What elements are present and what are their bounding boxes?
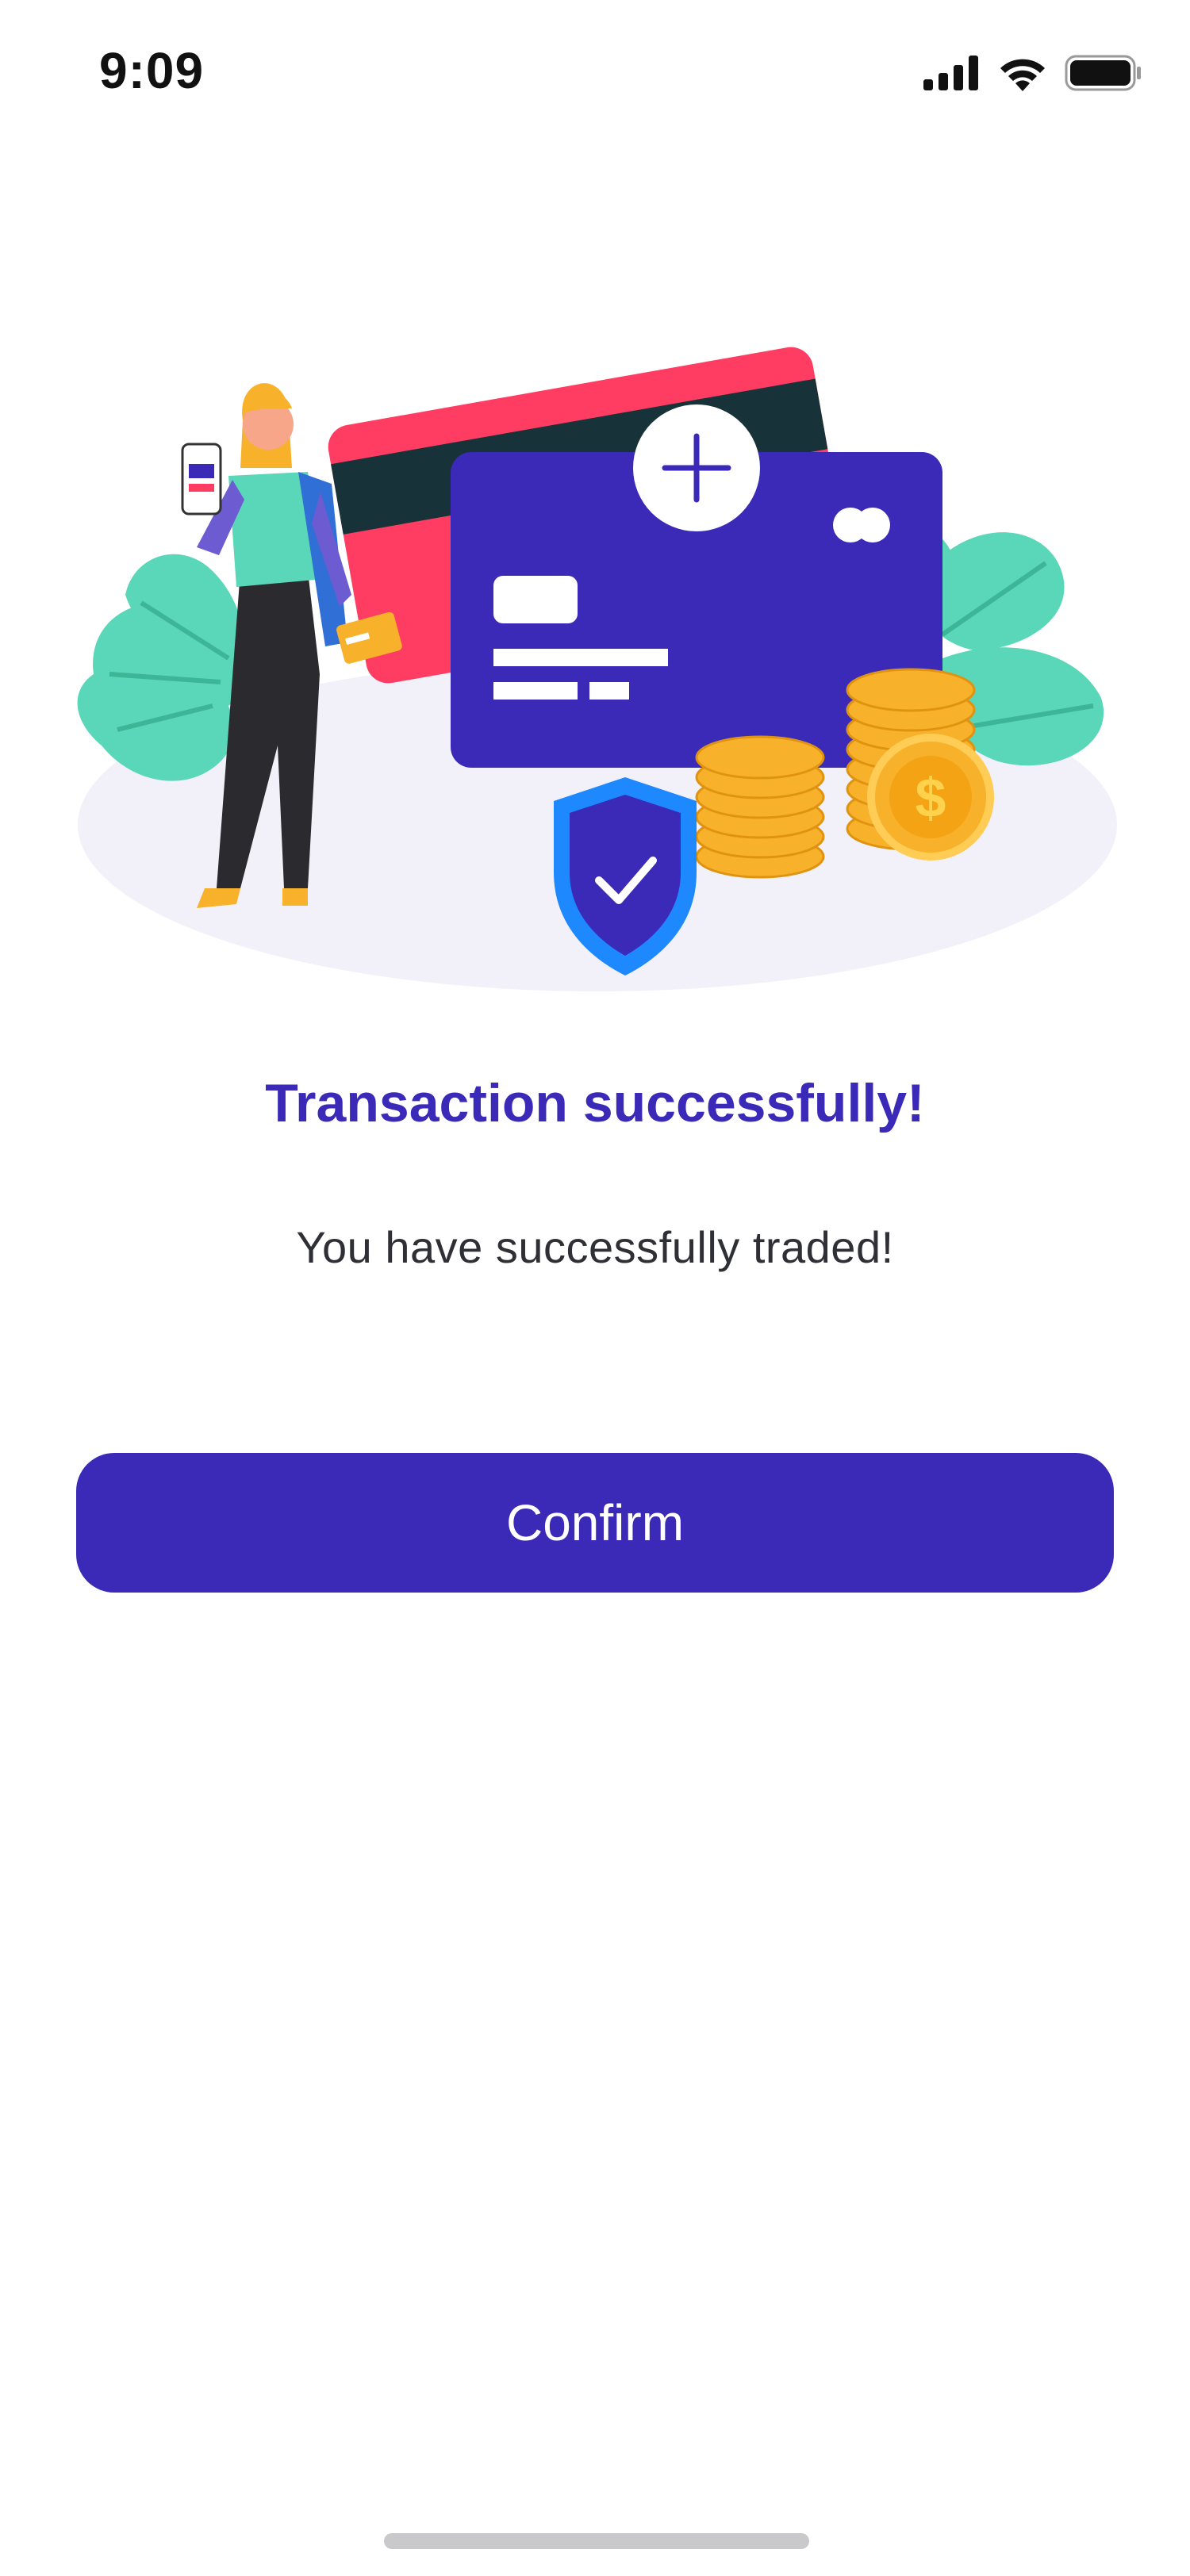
page-subtitle: You have successfully traded!	[296, 1222, 894, 1272]
svg-text:$: $	[916, 767, 946, 829]
confirm-button[interactable]: Confirm	[76, 1453, 1114, 1593]
transaction-illustration: $	[77, 347, 1117, 991]
status-time: 9:09	[99, 42, 205, 99]
signal-icon	[923, 56, 978, 90]
add-icon	[633, 404, 760, 531]
battery-icon	[1065, 55, 1141, 91]
page-title: Transaction successfully!	[265, 1073, 925, 1133]
wifi-icon	[1000, 59, 1045, 91]
home-indicator[interactable]	[384, 2533, 809, 2549]
plant-icon	[77, 554, 245, 781]
status-icons	[923, 49, 1142, 97]
status-bar: 9:09	[0, 0, 1190, 143]
